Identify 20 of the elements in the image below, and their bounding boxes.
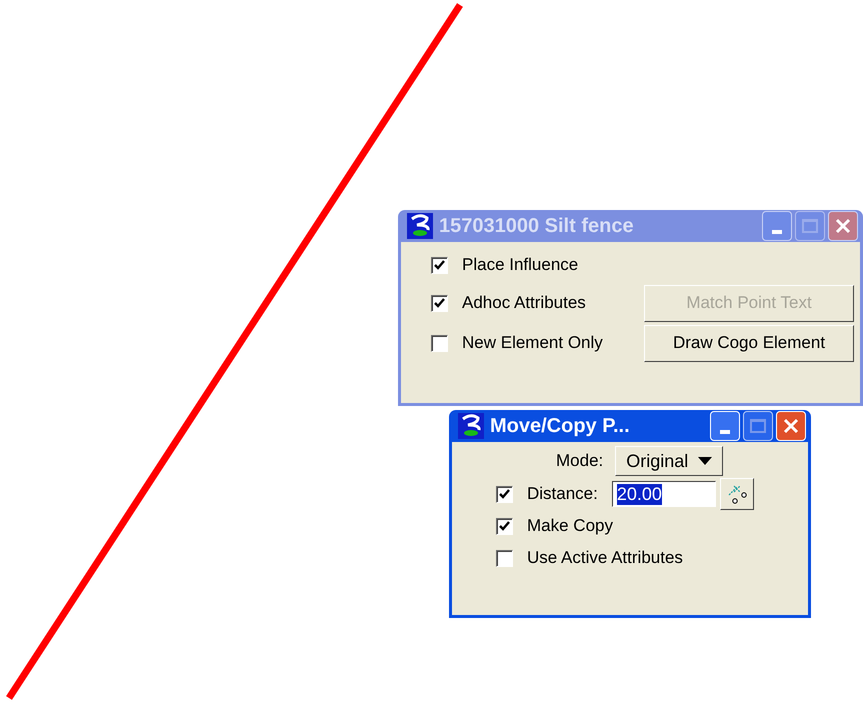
close-icon (783, 418, 799, 434)
checkbox-label: Use Active Attributes (527, 548, 683, 568)
app-logo-icon (458, 413, 484, 439)
checkbox-label: New Element Only (462, 333, 603, 353)
mode-label: Mode: (556, 451, 604, 471)
mode-dropdown[interactable]: Original (615, 446, 724, 476)
checkbox-label: Make Copy (527, 516, 613, 536)
checkbox-label: Place Influence (462, 255, 578, 275)
checkbox[interactable] (496, 518, 513, 534)
checkbox[interactable] (496, 486, 513, 502)
checkbox-label: Adhoc Attributes (462, 293, 586, 313)
close-icon (835, 218, 851, 234)
window-title: Move/Copy P... (490, 414, 631, 438)
app-logo-icon (407, 213, 433, 239)
distance-field[interactable]: 20.00 (612, 481, 716, 507)
window-title: 157031000 Silt fence (439, 214, 635, 238)
checkbox[interactable] (496, 550, 513, 566)
caret-icon (698, 457, 712, 465)
point-picker-button[interactable] (720, 478, 754, 510)
distance-label: Distance: (527, 484, 598, 504)
